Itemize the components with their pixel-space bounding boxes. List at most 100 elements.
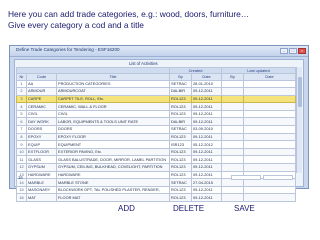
table-cell[interactable]: [243, 155, 296, 165]
table-cell[interactable]: DOORS: [26, 125, 57, 134]
table-cell[interactable]: 09-12-2011: [191, 193, 222, 202]
table-cell[interactable]: CARPET TILE, ROLL, Etc.: [56, 94, 170, 104]
table-cell[interactable]: [221, 117, 244, 127]
table-cell[interactable]: GYPSUM: [26, 163, 57, 172]
table-cell[interactable]: 09-12-2011: [191, 117, 222, 127]
table-cell[interactable]: [243, 102, 296, 111]
table-row[interactable]: 1 AA PRODUCTION CATEGORIES SETRAC 28-01-2010: [16, 79, 296, 89]
table-cell[interactable]: [243, 185, 296, 195]
table-cell[interactable]: ROL123: [169, 155, 192, 165]
table-cell[interactable]: DALBIR: [169, 87, 192, 96]
table-cell[interactable]: [243, 79, 296, 89]
maximize-icon[interactable]: □: [289, 48, 297, 54]
table-cell[interactable]: [221, 132, 244, 142]
delete-button[interactable]: DELETE: [173, 204, 204, 213]
table-row[interactable]: 11 GLASS GLASS BALUSTRADE, DOOR, MIRROR, L…: [16, 155, 296, 165]
table-cell[interactable]: 09-12-2011: [191, 170, 222, 180]
window-titlebar[interactable]: Define Trade Categories for Tendering - …: [10, 46, 308, 57]
table-row[interactable]: 9 EQUIP EQUIPMENT ISR123 05-12-2012: [16, 140, 296, 149]
table-cell[interactable]: [243, 163, 296, 172]
table-cell[interactable]: CERAMIC, WALL & FLOOR: [56, 102, 170, 111]
footer-field[interactable]: [263, 175, 293, 180]
table-cell[interactable]: 09-12-2011: [191, 102, 222, 111]
table-cell[interactable]: SETRAC: [169, 125, 192, 134]
save-button[interactable]: SAVE: [234, 204, 255, 213]
table-row[interactable]: 7 DOORS DOORS SETRAC 03-09-2010: [16, 125, 296, 134]
scrollbar-thumb[interactable]: [298, 77, 302, 107]
table-cell[interactable]: EPOXY FLOOR: [56, 132, 170, 142]
table-cell[interactable]: [221, 147, 244, 157]
table-cell[interactable]: MASONARY: [26, 185, 57, 195]
table-cell[interactable]: [243, 125, 296, 134]
table-cell[interactable]: EQUIPMENT: [56, 140, 170, 149]
table-cell[interactable]: [221, 94, 244, 104]
table-cell[interactable]: 09-12-2011: [191, 163, 222, 172]
table-cell[interactable]: 27-04-2015: [191, 178, 222, 187]
table-row[interactable]: 15 MASONARY BLOCKWORK DPT, TAL POLISHED PL…: [16, 185, 296, 195]
table-cell[interactable]: HARDWARE: [56, 170, 170, 180]
table-cell[interactable]: [243, 87, 296, 96]
table-cell[interactable]: [243, 140, 296, 149]
table-cell[interactable]: [221, 193, 244, 202]
table-cell[interactable]: DALBIR: [169, 117, 192, 127]
table-cell[interactable]: ROL123: [169, 102, 192, 111]
table-cell[interactable]: [221, 125, 244, 134]
table-cell[interactable]: MAT: [26, 193, 57, 202]
table-cell[interactable]: 09-12-2011: [191, 109, 222, 119]
table-cell[interactable]: 28-01-2010: [191, 79, 222, 89]
table-cell[interactable]: PRODUCTION CATEGORIES: [56, 79, 170, 89]
table-cell[interactable]: BLOCKWORK DPT, TAL POLISHED PLASTER, REN…: [56, 185, 170, 195]
table-cell[interactable]: ROL123: [169, 193, 192, 202]
table-cell[interactable]: ARMOURCOAT: [56, 87, 170, 96]
table-cell[interactable]: [243, 117, 296, 127]
table-cell[interactable]: [221, 163, 244, 172]
table-cell[interactable]: [243, 109, 296, 119]
table-cell[interactable]: ISR123: [169, 140, 192, 149]
close-icon[interactable]: ×: [298, 48, 306, 54]
table-cell[interactable]: [221, 79, 244, 89]
table-cell[interactable]: ROL123: [169, 170, 192, 180]
table-row[interactable]: 3 CARPE CARPET TILE, ROLL, Etc. ROL123 09-12…: [16, 94, 296, 104]
table-cell[interactable]: HARDWARE: [26, 170, 57, 180]
table-cell[interactable]: ROL123: [169, 109, 192, 119]
table-row[interactable]: 16 MAT FLOOR MAT ROL123 09-12-2011: [16, 193, 296, 202]
table-cell[interactable]: CERAMIC: [26, 102, 57, 111]
table-cell[interactable]: DOORS: [56, 125, 170, 134]
table-cell[interactable]: MARBLE: [26, 178, 57, 187]
table-cell[interactable]: [221, 185, 244, 195]
table-cell[interactable]: CIVIL: [56, 109, 170, 119]
footer-field[interactable]: [231, 175, 261, 180]
table-row[interactable]: 10 EXTFLOOR EXTERIOR PAVING, Etc. ROL123 09-…: [16, 147, 296, 157]
table-cell[interactable]: [221, 140, 244, 149]
minimize-icon[interactable]: –: [280, 48, 288, 54]
table-row[interactable]: 12 GYPSUM GYPSUM, CEILING, BULKHEAD, COVEL…: [16, 163, 296, 172]
table-cell[interactable]: 09-12-2011: [191, 87, 222, 96]
table-cell[interactable]: GLASS: [26, 155, 57, 165]
table-cell[interactable]: 05-12-2012: [191, 140, 222, 149]
table-cell[interactable]: 09-12-2011: [191, 155, 222, 165]
table-cell[interactable]: ROL123: [169, 163, 192, 172]
table-cell[interactable]: [243, 132, 296, 142]
table-cell[interactable]: 09-12-2011: [191, 94, 222, 104]
vertical-scrollbar[interactable]: [296, 67, 302, 173]
table-cell[interactable]: LABOR, EQUIPMENTS & TOOLS UNIT RATE: [56, 117, 170, 127]
add-button[interactable]: ADD: [118, 204, 135, 213]
table-cell[interactable]: CARPE: [26, 94, 57, 104]
table-cell[interactable]: DAY WORK: [26, 117, 57, 127]
table-cell[interactable]: [221, 87, 244, 96]
table-cell[interactable]: [243, 147, 296, 157]
table-cell[interactable]: ARMOUR: [26, 87, 57, 96]
table-cell[interactable]: EQUIP: [26, 140, 57, 149]
table-cell[interactable]: [221, 102, 244, 111]
table-cell[interactable]: 03-09-2010: [191, 125, 222, 134]
table-cell[interactable]: GLASS BALUSTRADE, DOOR, MIRROR, LAMEL PA…: [56, 155, 170, 165]
table-cell[interactable]: 09-12-2011: [191, 185, 222, 195]
table-cell[interactable]: ROL123: [169, 132, 192, 142]
table-cell[interactable]: 09-12-2011: [191, 147, 222, 157]
table-cell[interactable]: [221, 155, 244, 165]
table-cell[interactable]: 09-12-2011: [191, 132, 222, 142]
table-cell[interactable]: AA: [26, 79, 57, 89]
table-cell[interactable]: EXTERIOR PAVING, Etc.: [56, 147, 170, 157]
table-row[interactable]: 6 DAY WORK LABOR, EQUIPMENTS & TOOLS UNIT …: [16, 117, 296, 127]
table-cell[interactable]: ROL123: [169, 94, 192, 104]
